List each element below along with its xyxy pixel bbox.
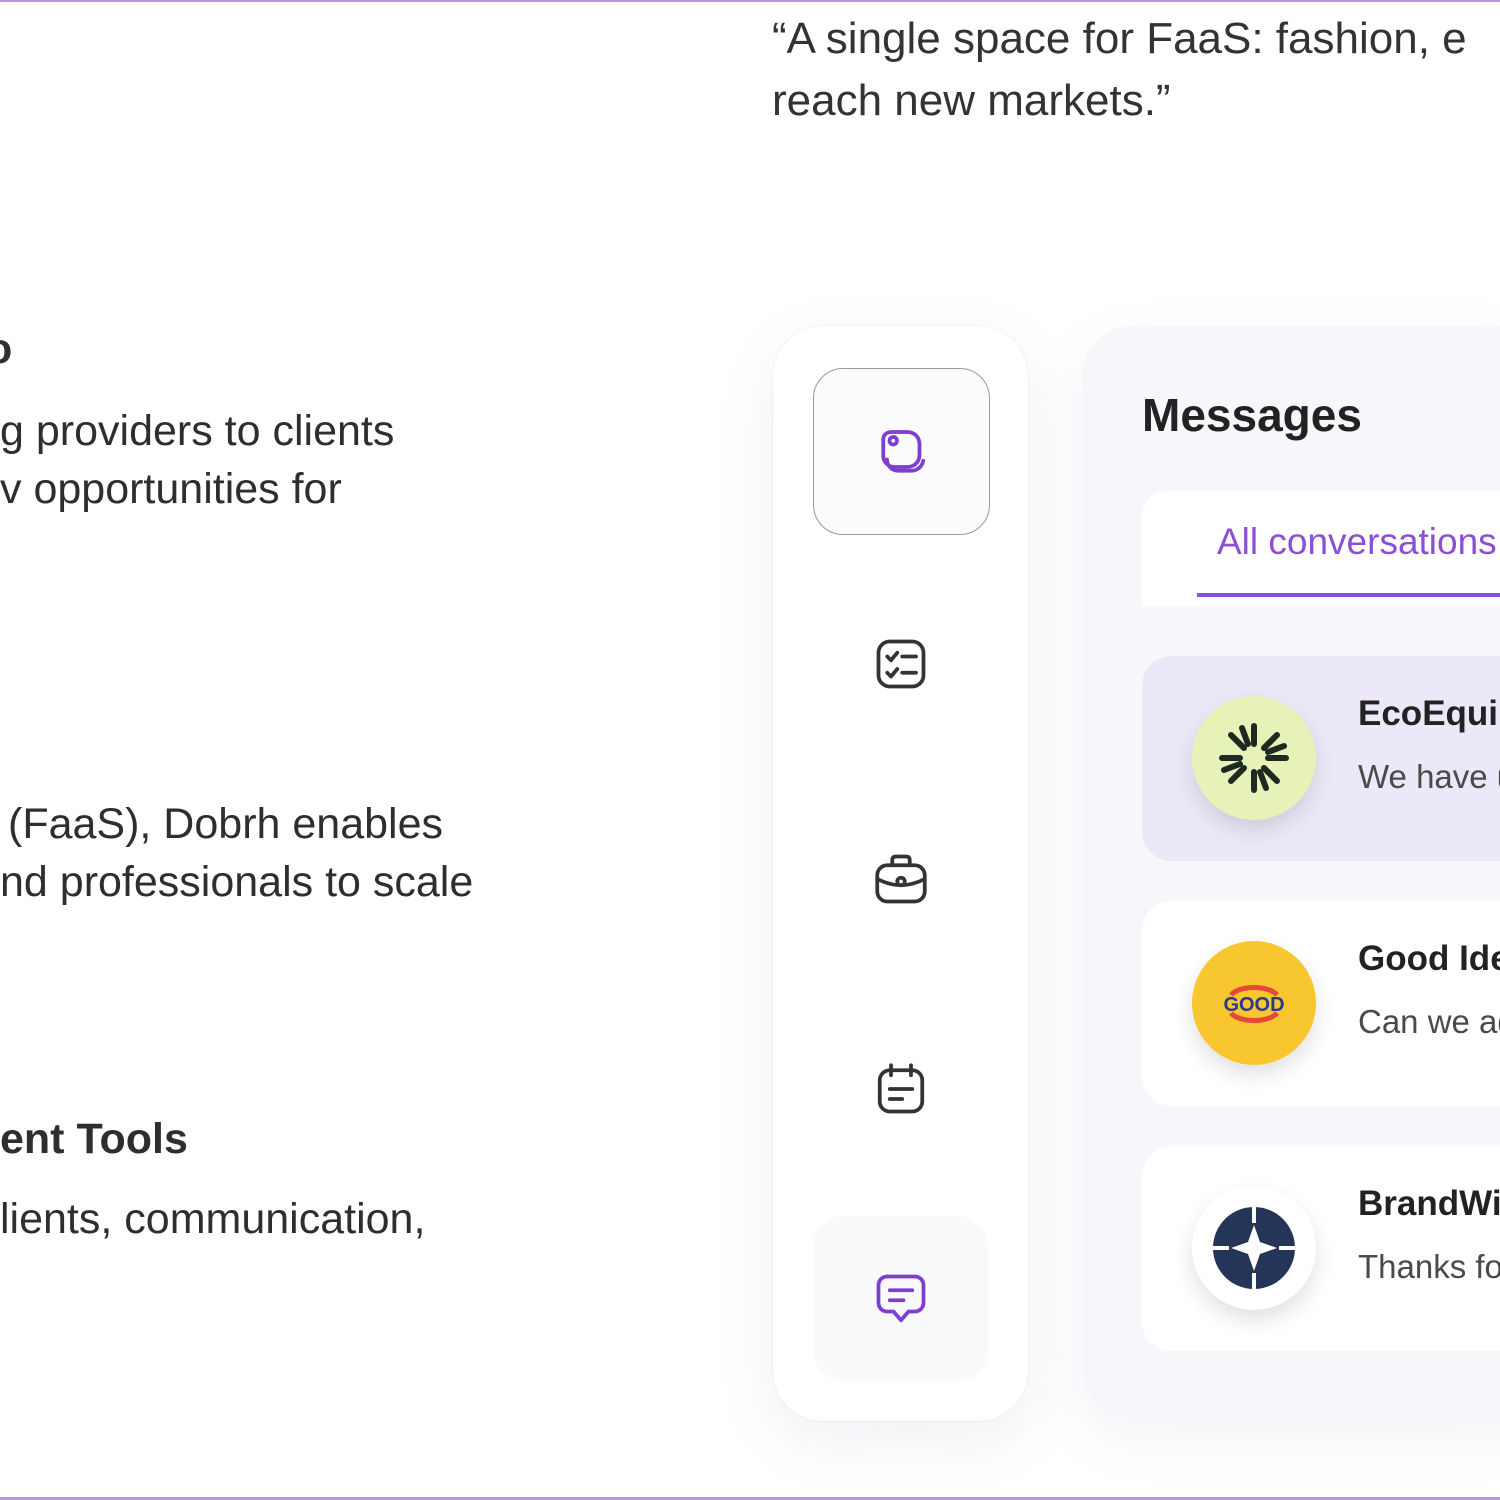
rail-jobs-button[interactable] — [813, 796, 988, 961]
sunburst-logo-icon — [1219, 723, 1289, 793]
good-logo-text: GOOD — [1223, 994, 1284, 1016]
conversation-name: Good Ideas — [1358, 939, 1500, 978]
chat-icon — [876, 1274, 925, 1322]
calendar-icon — [877, 1062, 924, 1113]
feature-2-line-2: nd professionals to scale — [0, 858, 474, 906]
conversation-item-brandwise[interactable]: BrandWise Thanks fo — [1142, 1146, 1500, 1351]
rail-messages-button[interactable] — [813, 1216, 988, 1381]
icon-sidebar — [773, 326, 1028, 1421]
active-tab-indicator — [1197, 593, 1500, 597]
good-logo-icon: GOOD — [1223, 985, 1285, 1023]
quote-line-1: “A single space for FaaS: fashion, e — [772, 14, 1467, 63]
conversation-preview: Thanks fo — [1358, 1248, 1500, 1285]
rail-tasks-button[interactable] — [813, 581, 988, 746]
star-compass-logo-icon — [1213, 1207, 1295, 1289]
rail-wallet-button[interactable] — [813, 368, 990, 535]
conversation-preview: Can we ad — [1358, 1003, 1500, 1040]
avatar — [1192, 696, 1316, 820]
briefcase-icon — [874, 854, 927, 903]
tab-all-conversations[interactable]: All conversations — [1217, 521, 1497, 563]
conversation-tabs: All conversations — [1142, 491, 1500, 606]
rail-calendar-button[interactable] — [813, 1006, 988, 1171]
conversation-item-good-ideas[interactable]: GOOD Good Ideas Can we ad — [1142, 901, 1500, 1106]
messages-title: Messages — [1142, 389, 1362, 441]
feature-heading-1: o — [0, 325, 12, 374]
feature-1-line-1: g providers to clients — [0, 407, 395, 455]
messages-panel: Messages All conversations EcoEqui We ha… — [1082, 326, 1500, 1418]
conversation-preview: We have u — [1358, 758, 1500, 795]
feature-2-line-1: (FaaS), Dobrh enables — [8, 800, 443, 848]
wallet-icon — [880, 429, 925, 473]
conversation-item-ecoequip[interactable]: EcoEquip We have u — [1142, 656, 1500, 861]
conversation-name: BrandWise — [1358, 1184, 1500, 1223]
checklist-icon — [876, 639, 925, 688]
avatar: GOOD — [1192, 941, 1316, 1065]
conversation-name: EcoEquip — [1358, 694, 1500, 733]
avatar — [1192, 1186, 1316, 1310]
feature-1-line-2: v opportunities for — [0, 465, 342, 513]
quote-line-2: reach new markets.” — [772, 76, 1171, 125]
frame-top-border — [0, 0, 1500, 2]
feature-3-line-1: lients, communication, — [0, 1195, 426, 1243]
testimonial-quote: “A single space for FaaS: fashion, e rea… — [772, 8, 1500, 132]
feature-heading-3: ent Tools — [0, 1115, 188, 1163]
